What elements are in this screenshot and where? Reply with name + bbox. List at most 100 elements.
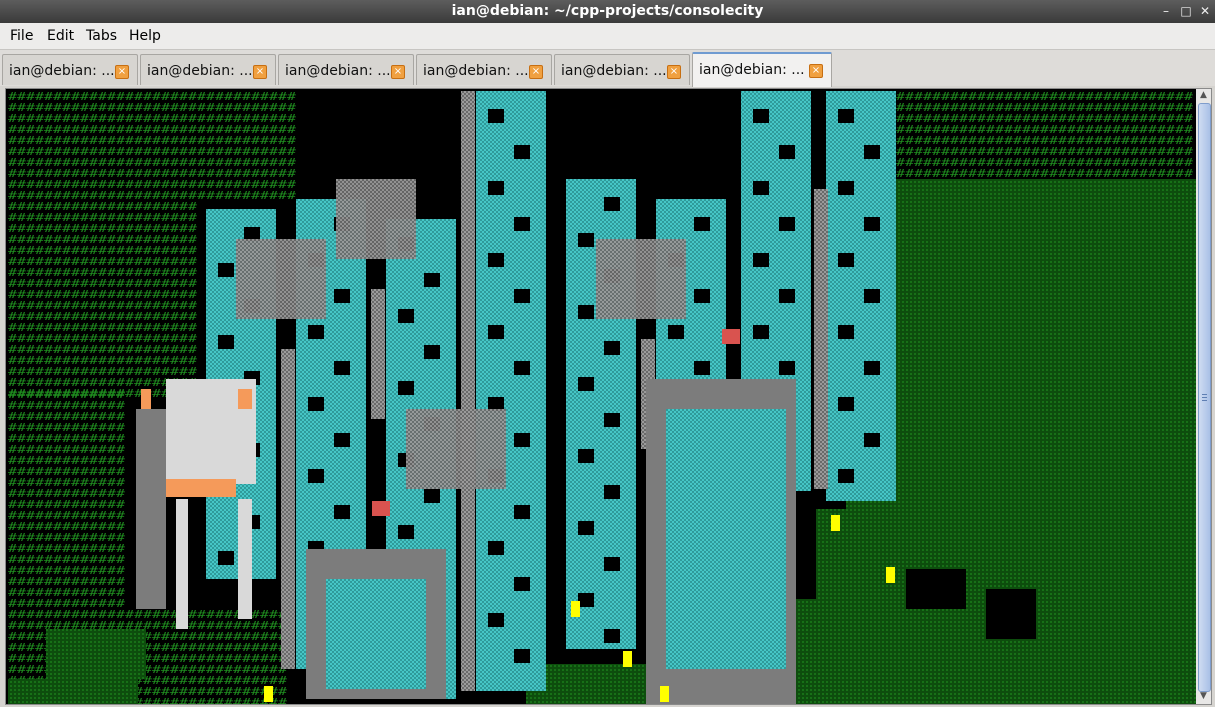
building-window [864,289,880,303]
terminal-screen[interactable]: ########################################… [6,89,1196,704]
building-window [604,341,620,355]
red-marker [372,501,390,516]
building-window [578,305,594,319]
white-pillar [176,499,188,629]
tab-6-active[interactable]: ian@debian: ... × [692,52,832,87]
building-window [218,551,234,565]
building-window [604,413,620,427]
building-window [604,557,620,571]
maximize-icon[interactable]: □ [1180,5,1192,17]
building-window [864,217,880,231]
scroll-down-icon[interactable]: ▼ [1198,691,1209,702]
building-window [694,289,710,303]
building-window [488,109,504,123]
scrollbar[interactable]: ▲ ▼ [1196,89,1211,704]
building-window [838,397,854,411]
building-window [514,361,530,375]
building-window [334,433,350,447]
building-window [488,397,504,411]
building-window [398,309,414,323]
tab-label: ian@debian: ... [285,63,391,79]
tab-close-icon[interactable]: × [115,65,129,79]
building-window [578,377,594,391]
tab-4[interactable]: ian@debian: ... × [416,54,552,85]
forest-block [896,179,1196,299]
tab-close-icon[interactable]: × [253,65,267,79]
menu-help[interactable]: Help [129,28,161,44]
building-window [604,485,620,499]
building-window [334,505,350,519]
tab-label: ian@debian: ... [561,63,667,79]
building-window [244,227,260,241]
building-window [668,325,684,339]
building-window [604,197,620,211]
tab-close-icon[interactable]: × [809,64,823,78]
building-window [694,217,710,231]
forest-block [46,629,146,679]
tab-1[interactable]: ian@debian: ... × [2,54,138,85]
menu-tabs[interactable]: Tabs [86,28,117,44]
menu-edit[interactable]: Edit [47,28,74,44]
building-window [488,253,504,267]
building-window [424,489,440,503]
building-tower [476,91,546,691]
building-window [838,181,854,195]
forest-block [816,509,1196,599]
forest-block [846,389,1196,509]
tab-close-icon[interactable]: × [391,65,405,79]
yellow-marker [571,601,580,617]
building-window [218,263,234,277]
gray-wall [136,409,166,609]
building-window [514,217,530,231]
yellow-marker [623,651,632,667]
building-window [753,109,769,123]
tab-label: ian@debian: ... [9,63,115,79]
building-window [308,325,324,339]
clearing [986,589,1036,639]
building-window [753,181,769,195]
tab-5[interactable]: ian@debian: ... × [554,54,690,85]
orange-accent [238,389,252,409]
terminal-frame: ################################ ########… [5,88,1212,705]
forest-block [866,289,1196,389]
building-window [838,325,854,339]
plaza-block [596,239,686,319]
yellow-marker [264,686,273,702]
gray-structure [814,189,828,489]
tab-3[interactable]: ian@debian: ... × [278,54,414,85]
building-window [514,145,530,159]
building-window [334,361,350,375]
building-window [308,469,324,483]
building-window [308,397,324,411]
tab-close-icon[interactable]: × [667,65,681,79]
building-window [514,649,530,663]
tab-close-icon[interactable]: × [529,65,543,79]
plaza-block [236,239,326,319]
grip-icon [1202,394,1207,395]
building-window [424,273,440,287]
menu-file[interactable]: File [10,28,33,44]
scroll-up-icon[interactable]: ▲ [1198,90,1209,101]
building-window [779,145,795,159]
minimize-icon[interactable]: – [1160,5,1172,17]
plaza-block [406,409,506,489]
building-window [218,335,234,349]
scroll-thumb[interactable] [1198,103,1211,692]
tab-label: ian@debian: ... [147,63,253,79]
building-window [694,361,710,375]
building-window [578,521,594,535]
close-icon[interactable]: ✕ [1199,5,1211,17]
building-window [779,217,795,231]
building-window [578,233,594,247]
building-window [838,109,854,123]
orange-accent [141,389,151,409]
window-titlebar[interactable]: ian@debian: ~/cpp-projects/consolecity –… [0,0,1215,23]
building-window [424,345,440,359]
building-window [753,253,769,267]
tab-2[interactable]: ian@debian: ... × [140,54,276,85]
gray-complex-core [326,579,426,689]
building-window [838,253,854,267]
building-window [514,577,530,591]
building-window [578,593,594,607]
gray-structure [371,289,385,419]
